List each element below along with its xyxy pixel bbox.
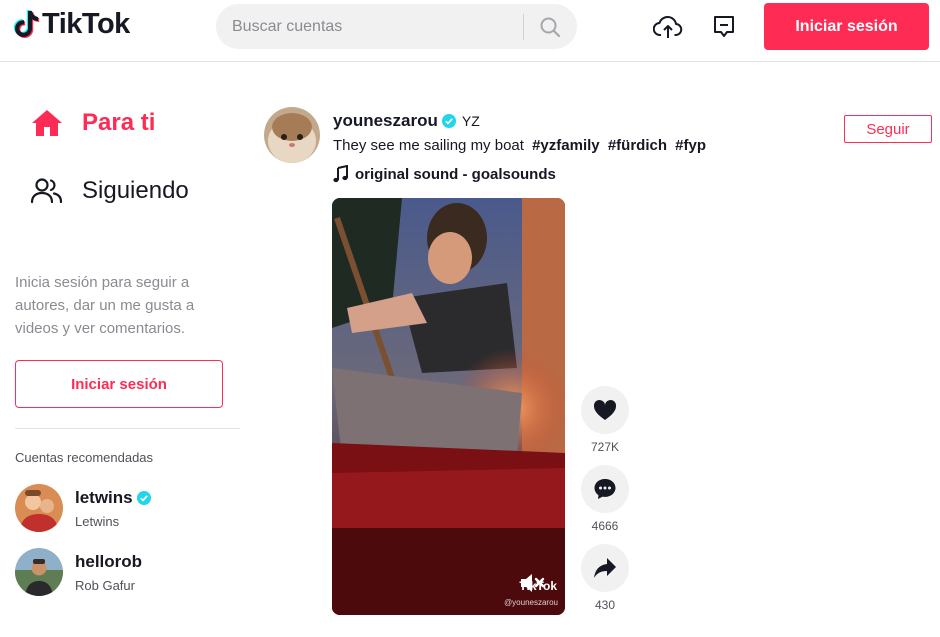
post-author-avatar[interactable]	[264, 107, 320, 163]
like-action[interactable]: 727K	[580, 386, 630, 454]
video-frame	[332, 198, 565, 615]
hashtag-link[interactable]: #yzfamily	[532, 137, 600, 154]
message-box-icon	[714, 16, 734, 37]
share-arrow-icon	[594, 558, 616, 578]
post-author-username[interactable]: youneszarou	[333, 111, 438, 131]
like-count: 727K	[590, 440, 620, 454]
nav-item-following[interactable]: Siguiendo	[30, 176, 189, 206]
tiktok-logo[interactable]: TikTok	[12, 8, 130, 41]
speaker-muted-icon	[521, 574, 545, 592]
logo-text: TikTok	[42, 8, 130, 40]
top-header: TikTok Iniciar sesión	[0, 0, 940, 62]
hashtag-link[interactable]: #fyp	[675, 137, 706, 154]
comment-count: 4666	[591, 519, 619, 533]
mute-button[interactable]	[518, 571, 546, 595]
recommended-account-hellorob[interactable]: hellorob Rob Gafur	[15, 548, 142, 596]
login-prompt-text: Inicia sesión para seguir a autores, dar…	[15, 274, 195, 337]
like-button[interactable]	[581, 386, 629, 434]
search-icon	[540, 17, 561, 38]
account-handle: letwins	[75, 487, 133, 507]
hashtag-link[interactable]: #fürdich	[608, 137, 667, 154]
post-author[interactable]: youneszarou YZ	[333, 111, 480, 131]
music-note-icon	[333, 165, 348, 183]
search-button[interactable]	[534, 11, 566, 43]
account-nickname: Letwins	[75, 513, 120, 529]
music-link[interactable]: original sound - goalsounds	[333, 165, 556, 183]
search-divider	[523, 14, 524, 40]
post-caption: They see me sailing my boat #yzfamily #f…	[333, 137, 706, 154]
comment-bubble-icon	[594, 479, 616, 499]
caption-text: They see me sailing my boat	[333, 137, 524, 154]
comment-action[interactable]: 4666	[580, 465, 630, 533]
avatar	[15, 548, 63, 596]
video-watermark-user: @youneszarou	[504, 598, 558, 607]
video-player[interactable]: TikTok @youneszarou	[332, 198, 565, 615]
comment-button[interactable]	[581, 465, 629, 513]
tiktok-logo-icon	[13, 9, 40, 38]
recommended-account-letwins[interactable]: letwins Letwins	[15, 484, 151, 532]
nav-label-following: Siguiendo	[82, 177, 189, 204]
account-handle: hellorob	[75, 551, 143, 571]
verified-badge-icon	[441, 114, 456, 128]
search-bar	[216, 4, 577, 49]
avatar	[15, 484, 63, 532]
home-icon	[32, 110, 62, 136]
music-title: original sound - goalsounds	[355, 165, 556, 183]
messages-button[interactable]	[709, 12, 739, 42]
sidebar-divider	[15, 428, 240, 429]
nav-label-for-you: Para ti	[82, 109, 156, 136]
share-button[interactable]	[581, 544, 629, 592]
cloud-upload-icon	[653, 15, 683, 38]
header-login-button[interactable]: Iniciar sesión	[764, 3, 929, 50]
search-input[interactable]	[232, 4, 522, 49]
heart-icon	[593, 399, 617, 420]
share-action[interactable]: 430	[580, 544, 630, 612]
nav-item-for-you[interactable]: Para ti	[30, 108, 155, 138]
upload-button[interactable]	[653, 12, 683, 42]
sidebar-login-button[interactable]: Iniciar sesión	[15, 360, 223, 408]
recommended-accounts-title: Cuentas recomendadas	[15, 450, 154, 465]
account-nickname: Rob Gafur	[75, 577, 135, 593]
verified-badge-icon	[136, 490, 151, 505]
share-count: 430	[594, 598, 616, 612]
post-author-nickname: YZ	[461, 113, 480, 129]
follow-button[interactable]: Seguir	[844, 115, 932, 143]
users-icon	[30, 178, 63, 204]
